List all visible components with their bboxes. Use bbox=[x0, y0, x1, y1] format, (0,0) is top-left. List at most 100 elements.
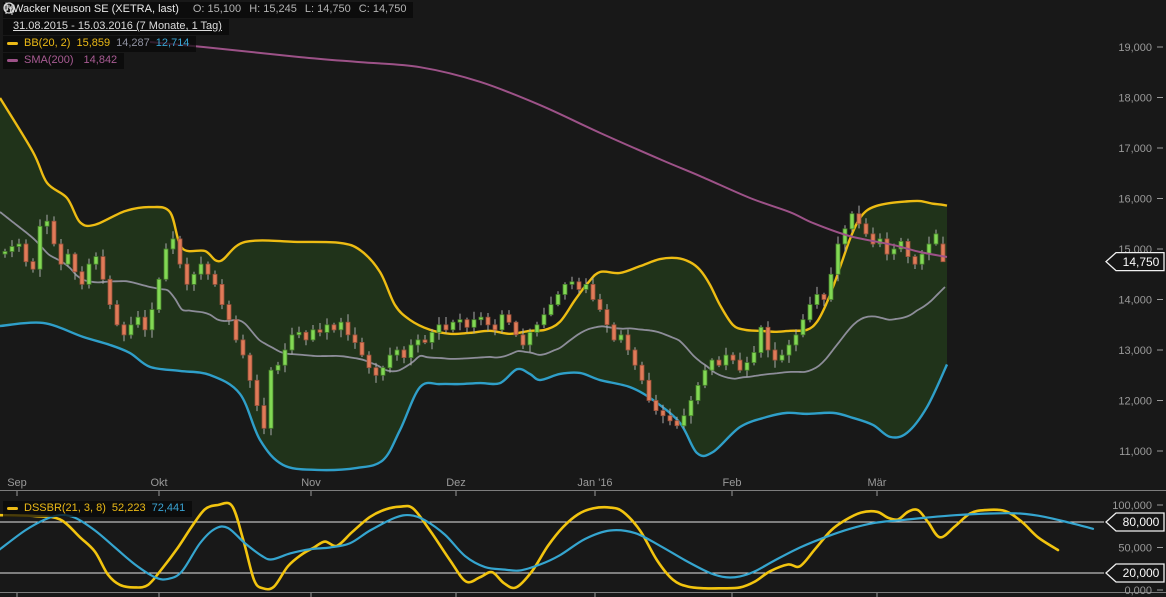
osc-tick-label: 50,000 bbox=[1118, 543, 1152, 555]
legend-bb[interactable]: BB(20, 2) 15,859 14,287 12,714 bbox=[3, 36, 196, 52]
price-tick-label: 14,000 bbox=[1118, 295, 1152, 307]
candle-body bbox=[500, 315, 504, 330]
candle-body bbox=[80, 272, 84, 285]
ohlc-open: O: 15,100 bbox=[193, 3, 241, 15]
candle-body bbox=[45, 221, 49, 226]
candle-body bbox=[507, 315, 511, 323]
candle-body bbox=[122, 325, 126, 335]
price-tick-label: 13,000 bbox=[1118, 345, 1152, 357]
month-label: Okt bbox=[150, 477, 167, 489]
candle-body bbox=[647, 380, 651, 400]
candle-body bbox=[794, 335, 798, 345]
candle-body bbox=[318, 330, 322, 333]
chart-window: SepOktNovDezJan '16FebMär19,00018,00017,… bbox=[0, 0, 1166, 597]
price-tick-label: 12,000 bbox=[1118, 396, 1152, 408]
candle-body bbox=[829, 274, 833, 299]
chart-header: Wacker Neuson SE (XETRA, last) O: 15,100… bbox=[3, 2, 413, 69]
candle-body bbox=[339, 322, 343, 330]
candle-body bbox=[73, 254, 77, 272]
candle-body bbox=[885, 239, 889, 254]
candle-body bbox=[108, 279, 112, 304]
month-label: Dez bbox=[446, 477, 466, 489]
candle-body bbox=[605, 310, 609, 325]
candle-body bbox=[171, 239, 175, 249]
candle-body bbox=[17, 244, 21, 247]
candle-body bbox=[836, 244, 840, 274]
candle-body bbox=[528, 332, 532, 345]
candle-body bbox=[290, 335, 294, 350]
candle-body bbox=[353, 335, 357, 343]
candle-body bbox=[430, 332, 434, 342]
bb-upper-value: 15,859 bbox=[76, 37, 110, 50]
price-tick-label: 18,000 bbox=[1118, 93, 1152, 105]
candle-body bbox=[717, 360, 721, 365]
candle-body bbox=[472, 320, 476, 328]
candle-body bbox=[787, 345, 791, 355]
month-label: Mär bbox=[868, 477, 887, 489]
candle-body bbox=[479, 317, 483, 320]
candle-body bbox=[780, 355, 784, 360]
osc-level-tag-label: 80,000 bbox=[1123, 515, 1160, 529]
candle-body bbox=[689, 401, 693, 416]
candle-body bbox=[913, 257, 917, 265]
candle-body bbox=[563, 284, 567, 294]
sma-value: 14,842 bbox=[84, 54, 118, 67]
candle-body bbox=[423, 340, 427, 343]
candle-body bbox=[87, 264, 91, 284]
candle-body bbox=[360, 342, 364, 355]
candle-body bbox=[24, 244, 28, 262]
candle-body bbox=[192, 274, 196, 284]
bb-legend-dash-icon bbox=[7, 42, 18, 45]
price-tick-label: 16,000 bbox=[1118, 194, 1152, 206]
candle-body bbox=[178, 239, 182, 264]
candle-body bbox=[444, 325, 448, 330]
candle-body bbox=[409, 345, 413, 358]
candle-body bbox=[773, 350, 777, 360]
candle-body bbox=[633, 350, 637, 365]
price-tick-label: 11,000 bbox=[1119, 446, 1152, 458]
candle-body bbox=[710, 360, 714, 370]
legend-dssbr[interactable]: DSSBR(21, 3, 8) 52,223 72,441 bbox=[3, 501, 192, 517]
bb-lower-value: 12,714 bbox=[156, 37, 190, 50]
candle-body bbox=[38, 226, 42, 269]
dssbr-legend-name: DSSBR(21, 3, 8) bbox=[24, 502, 106, 515]
legend-sma[interactable]: SMA(200) 14,842 bbox=[3, 53, 124, 69]
candle-body bbox=[584, 284, 588, 289]
candle-body bbox=[465, 320, 469, 328]
candle-body bbox=[934, 234, 938, 244]
instrument-title: Wacker Neuson SE (XETRA, last) bbox=[13, 3, 179, 16]
candle-body bbox=[297, 332, 301, 335]
candle-body bbox=[738, 360, 742, 370]
candle-body bbox=[703, 370, 707, 385]
bb-middle-value: 14,287 bbox=[116, 37, 150, 50]
candle-body bbox=[591, 284, 595, 299]
candle-body bbox=[311, 330, 315, 340]
candle-body bbox=[276, 365, 280, 370]
candle-body bbox=[150, 310, 154, 330]
current-price-tag-label: 14,750 bbox=[1123, 255, 1160, 269]
candle-body bbox=[269, 370, 273, 428]
candle-body bbox=[577, 282, 581, 290]
candle-body bbox=[808, 305, 812, 320]
candle-body bbox=[451, 322, 455, 330]
candle-body bbox=[157, 279, 161, 309]
sma-line bbox=[150, 42, 947, 257]
ohlc-close: C: 14,750 bbox=[359, 3, 407, 15]
candle-body bbox=[101, 257, 105, 280]
candle-body bbox=[59, 244, 63, 264]
ohlc-low: L: 14,750 bbox=[305, 3, 351, 15]
bb-legend-name: BB(20, 2) bbox=[24, 37, 70, 50]
candle-body bbox=[745, 363, 749, 371]
candle-body bbox=[262, 406, 266, 429]
candle-body bbox=[143, 317, 147, 330]
candle-body bbox=[493, 325, 497, 330]
candle-body bbox=[416, 340, 420, 345]
month-label: Feb bbox=[723, 477, 742, 489]
candle-body bbox=[731, 355, 735, 360]
candle-body bbox=[626, 335, 630, 350]
candle-body bbox=[542, 315, 546, 325]
candle-body bbox=[164, 249, 168, 279]
candle-body bbox=[822, 295, 826, 300]
candle-body bbox=[199, 264, 203, 274]
candle-body bbox=[367, 355, 371, 368]
